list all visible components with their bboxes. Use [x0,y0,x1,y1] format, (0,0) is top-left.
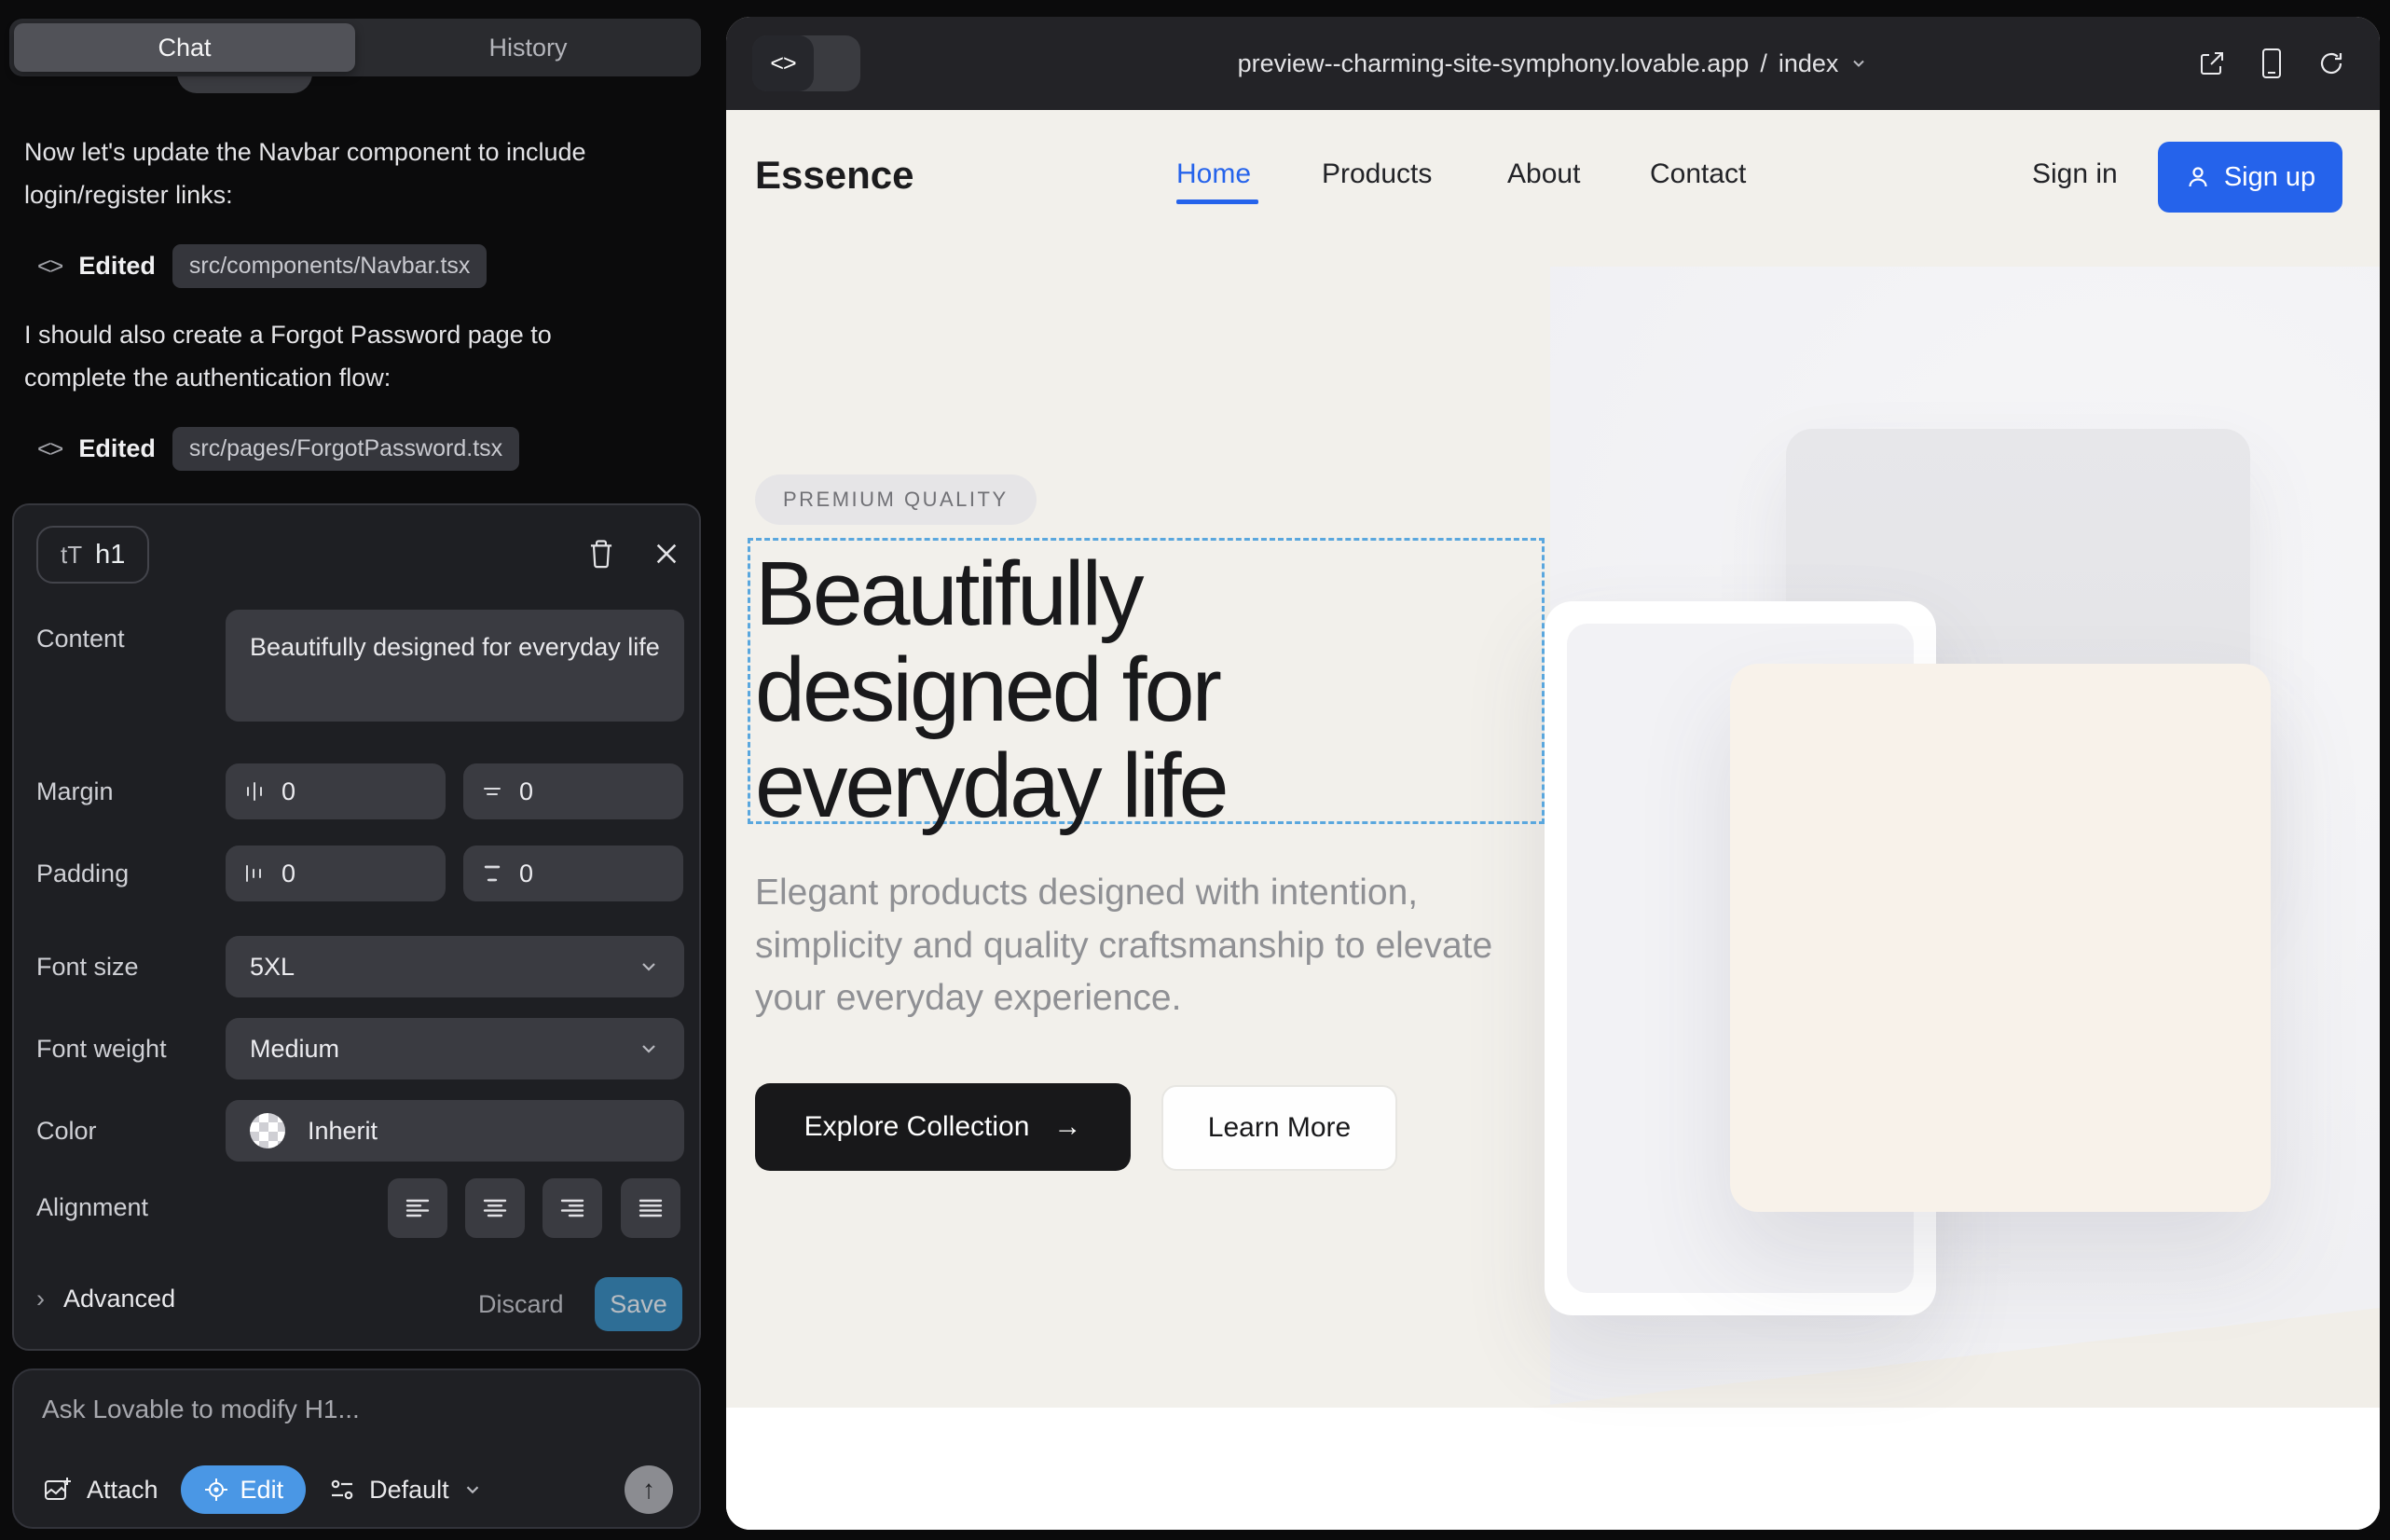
attach-button[interactable]: Attach [42,1475,158,1505]
edit-mode-button[interactable]: Edit [181,1465,307,1514]
edited-label: Edited [78,252,156,281]
margin-x-input[interactable]: 0 [226,763,446,819]
nav-link-products[interactable]: Products [1322,158,1432,190]
chevron-down-icon [1849,54,1868,73]
padding-label: Padding [36,859,129,888]
discard-button[interactable]: Discard [478,1290,564,1319]
chevron-right-icon: › [36,1285,45,1313]
margin-vertical-icon [480,779,504,804]
preview-window: Essence Home Products About Contact Sign… [726,17,2380,1530]
preview-toolbar: <> preview--charming-site-symphony.lovab… [726,17,2380,110]
active-nav-underline [1176,199,1258,204]
edited-file-badge[interactable]: src/components/Navbar.tsx [172,244,488,288]
close-icon [653,541,680,567]
section-below-hero [726,1408,2380,1530]
element-editor-panel: tT h1 Content Beautifully designed for e… [12,503,701,1351]
decor-card-beige [1730,664,2271,1212]
mobile-view-icon[interactable] [2259,48,2285,79]
default-label: Default [369,1476,449,1505]
align-right-button[interactable] [543,1178,602,1238]
edited-file-row: <> Edited src/components/Navbar.tsx [37,244,487,287]
font-size-label: Font size [36,953,139,982]
font-weight-select[interactable]: Medium [226,1018,684,1079]
align-justify-icon [637,1195,665,1221]
refresh-icon[interactable] [2316,48,2346,78]
chevron-down-icon [462,1479,483,1500]
typography-icon: tT [61,541,82,570]
color-select[interactable]: Inherit [226,1100,684,1162]
edit-label: Edit [240,1476,284,1505]
edited-file-row: <> Edited src/pages/ForgotPassword.tsx [37,427,519,470]
composer-input[interactable] [42,1395,657,1424]
align-center-icon [481,1195,509,1221]
edited-label: Edited [78,434,156,463]
padding-vertical-icon [480,861,504,886]
site-logo[interactable]: Essence [755,153,913,198]
chat-composer: Attach Edit Default ↑ [12,1368,701,1529]
align-right-icon [558,1195,586,1221]
chat-message: I should also create a Forgot Password p… [24,313,630,400]
explore-collection-button[interactable]: Explore Collection → [755,1083,1131,1171]
font-size-select[interactable]: 5XL [226,936,684,997]
padding-horizontal-icon [242,861,267,886]
content-label: Content [36,625,125,653]
padding-x-input[interactable]: 0 [226,846,446,901]
align-left-button[interactable] [388,1178,447,1238]
chevron-down-icon [638,1038,660,1060]
padding-y-input[interactable]: 0 [463,846,683,901]
nav-link-contact[interactable]: Contact [1650,158,1746,190]
target-icon [203,1477,229,1503]
default-mode-button[interactable]: Default [328,1476,483,1505]
edited-file-badge[interactable]: src/pages/ForgotPassword.tsx [172,427,519,471]
margin-label: Margin [36,777,114,806]
selected-element-pill: tT h1 [36,526,149,584]
font-weight-label: Font weight [36,1035,167,1064]
margin-y-input[interactable]: 0 [463,763,683,819]
content-input[interactable]: Beautifully designed for everyday life [226,610,684,722]
hero-heading[interactable]: Beautifully designed for everyday life [755,546,1408,833]
advanced-label: Advanced [63,1285,175,1313]
sliders-icon [328,1476,356,1504]
sign-up-button[interactable]: Sign up [2158,142,2342,213]
attach-label: Attach [87,1476,158,1505]
nav-link-about[interactable]: About [1507,158,1580,190]
element-tag-label: h1 [95,540,125,571]
chat-history-tabbar: Chat History [9,19,701,76]
sign-in-link[interactable]: Sign in [2032,158,2118,190]
premium-quality-badge: PREMIUM QUALITY [755,474,1037,525]
attach-image-icon [42,1475,72,1505]
send-button[interactable]: ↑ [625,1465,673,1514]
arrow-right-icon: → [1053,1111,1081,1143]
sign-up-label: Sign up [2224,162,2315,193]
align-left-icon [404,1195,432,1221]
code-icon: <> [37,434,62,463]
tab-chat[interactable]: Chat [14,23,355,72]
alignment-label: Alignment [36,1193,148,1222]
explore-collection-label: Explore Collection [804,1111,1030,1143]
tab-history[interactable]: History [355,34,701,62]
nav-link-home[interactable]: Home [1176,158,1251,190]
align-center-button[interactable] [465,1178,525,1238]
hero-description: Elegant products designed with intention… [755,867,1501,1025]
advanced-toggle[interactable]: › Advanced [36,1285,175,1313]
open-external-icon[interactable] [2197,48,2227,78]
url-separator: / [1760,49,1767,78]
site-preview: Essence Home Products About Contact Sign… [726,110,2380,1530]
color-swatch [250,1113,285,1148]
save-button[interactable]: Save [595,1277,682,1331]
chat-message: Now let's update the Navbar component to… [24,131,630,217]
code-icon: <> [37,252,62,281]
delete-element-button[interactable] [581,533,622,574]
preview-page: index [1779,49,1839,78]
learn-more-button[interactable]: Learn More [1161,1085,1397,1171]
user-icon [2185,164,2211,190]
align-justify-button[interactable] [621,1178,680,1238]
preview-url: preview--charming-site-symphony.lovable.… [1238,49,1750,78]
close-panel-button[interactable] [646,533,687,574]
color-label: Color [36,1117,97,1146]
trash-icon [587,539,615,569]
margin-horizontal-icon [242,779,267,804]
chevron-down-icon [638,956,660,978]
url-bar[interactable]: preview--charming-site-symphony.lovable.… [726,17,2380,110]
